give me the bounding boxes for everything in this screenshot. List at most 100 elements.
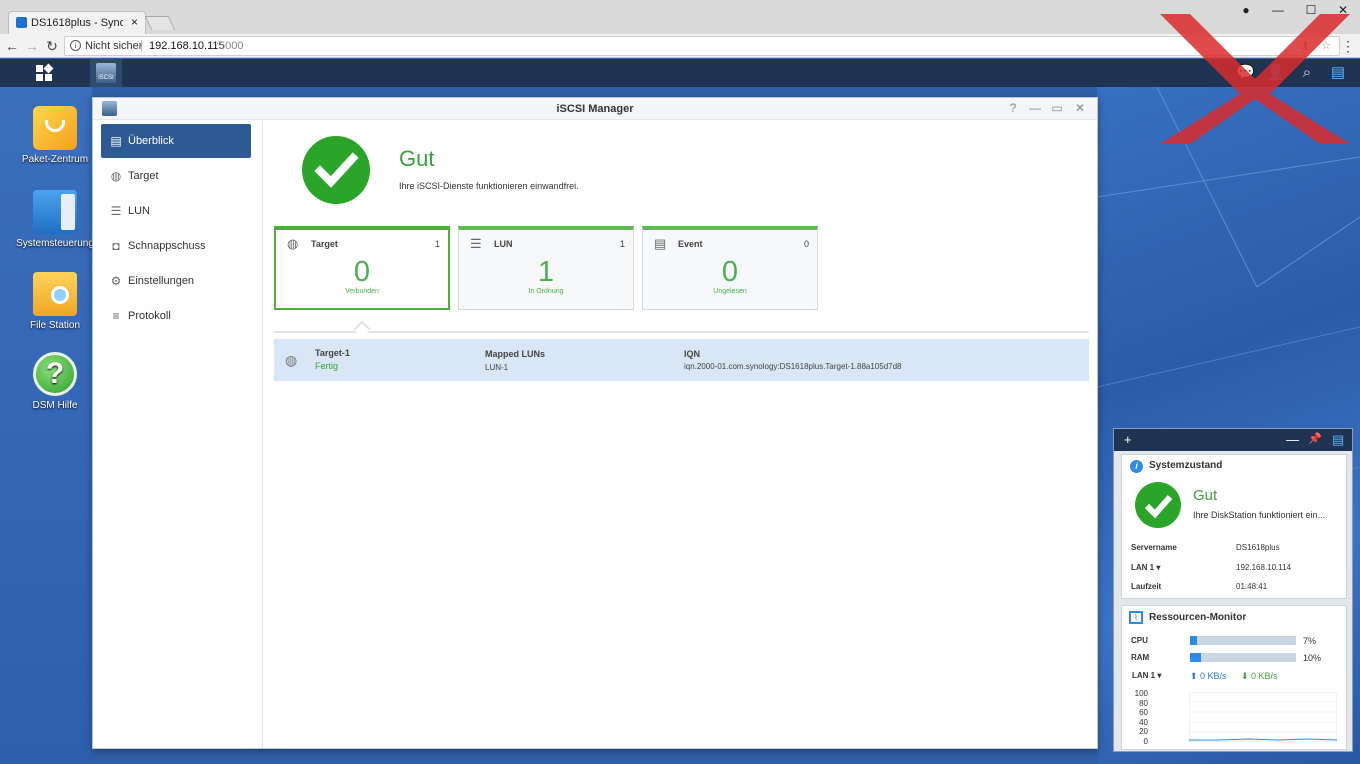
card-title: Target bbox=[311, 239, 338, 249]
sidebar-item-snapshot[interactable]: ◘ Schnappschuss bbox=[101, 229, 251, 263]
log-icon: ≡ bbox=[112, 309, 120, 323]
cpu-bar-fill bbox=[1190, 636, 1198, 645]
mapped-luns-header: Mapped LUNs bbox=[485, 349, 546, 359]
card-subtitle: Ungelesen bbox=[713, 288, 747, 295]
card-value: 0 bbox=[721, 256, 739, 288]
widgets-toggle-icon[interactable]: ▤ bbox=[1332, 432, 1344, 448]
lan-select[interactable]: LAN 1 ▾ bbox=[1132, 671, 1161, 680]
system-description: Ihre DiskStation funktioniert ein... bbox=[1193, 510, 1326, 520]
dsm-favicon-icon bbox=[16, 17, 27, 28]
iqn-value: iqn.2000-01.com.synology:DS1618plus.Targ… bbox=[684, 362, 902, 371]
iqn-header: IQN bbox=[684, 349, 701, 359]
gear-icon: ⚙ bbox=[110, 274, 122, 288]
taskbar-iscsi-app[interactable]: iSCSI bbox=[90, 59, 122, 87]
close-tab-icon[interactable]: × bbox=[131, 15, 138, 29]
iscsi-app-icon: iSCSI bbox=[96, 63, 116, 83]
card-event[interactable]: ▤ Event 0 0 Ungelesen bbox=[642, 226, 818, 310]
window-titlebar[interactable]: iSCSI Manager ? — ▭ ✕ bbox=[93, 98, 1097, 120]
y-tick: 0 bbox=[1143, 736, 1148, 746]
upload-value: 0 KB/s bbox=[1200, 671, 1227, 681]
browser-tab-title: DS1618plus - Synology D bbox=[31, 17, 123, 29]
sidebar-item-overview[interactable]: ▤ Überblick bbox=[101, 124, 251, 158]
widget-panel: + — 📌 ▤ i Systemzustand Gut Ihre DiskSta… bbox=[1113, 428, 1353, 752]
cpu-value: 7% bbox=[1303, 636, 1317, 646]
maximize-window-button[interactable]: ▭ bbox=[1048, 101, 1066, 115]
reload-icon[interactable]: ↻ bbox=[44, 37, 60, 55]
iscsi-manager-window: iSCSI Manager ? — ▭ ✕ ▤ Überblick ◍ Targ… bbox=[92, 97, 1098, 749]
window-title: iSCSI Manager bbox=[556, 103, 634, 115]
desktop-wallpaper-left bbox=[0, 87, 92, 764]
card-title: Event bbox=[678, 239, 703, 249]
sidebar-item-lun[interactable]: ☰ LUN bbox=[101, 194, 251, 228]
upload-indicator: ⬆ 0 KB/s bbox=[1190, 671, 1227, 681]
card-subtitle: Verbunden bbox=[345, 288, 379, 295]
info-icon[interactable]: i bbox=[70, 40, 81, 51]
desktop-icon-dsm-help[interactable]: ? DSM Hilfe bbox=[10, 352, 100, 411]
close-window-button[interactable]: ✕ bbox=[1071, 101, 1089, 115]
widget-panel-header: + — 📌 ▤ bbox=[1114, 429, 1352, 451]
info-icon: i bbox=[1130, 460, 1143, 473]
database-icon: ☰ bbox=[470, 236, 482, 251]
status-description: Ihre iSCSI-Dienste funktionieren einwand… bbox=[399, 181, 579, 191]
mapped-luns-value: LUN-1 bbox=[485, 363, 509, 372]
sidebar-item-target[interactable]: ◍ Target bbox=[101, 159, 251, 193]
card-lun[interactable]: ☰ LUN 1 1 In Ordnung bbox=[458, 226, 634, 310]
sidebar-item-label: Protokoll bbox=[128, 310, 171, 322]
browser-tab[interactable]: DS1618plus - Synology D × bbox=[8, 11, 146, 34]
sidebar-item-settings[interactable]: ⚙ Einstellungen bbox=[101, 264, 251, 298]
browser-tab-bar: DS1618plus - Synology D × ● — ☐ ✕ bbox=[0, 0, 1360, 34]
forward-icon[interactable]: → bbox=[24, 37, 40, 55]
card-target[interactable]: ◍ Target 1 0 Verbunden bbox=[274, 226, 450, 310]
card-count: 0 bbox=[803, 239, 809, 249]
minimize-window-button[interactable]: — bbox=[1026, 101, 1044, 115]
control-panel-icon bbox=[33, 190, 77, 234]
url-field[interactable]: i Nicht sicher 192.168.10.115 :5000 ⚷ ☆ bbox=[64, 36, 1340, 56]
ram-value: 10% bbox=[1303, 653, 1322, 663]
lan-label[interactable]: LAN 1 ▾ bbox=[1131, 563, 1160, 572]
status-title: Gut bbox=[399, 146, 435, 171]
desktop-icon-label: Paket-Zentrum bbox=[21, 154, 89, 165]
add-widget-icon[interactable]: + bbox=[1124, 432, 1132, 447]
main-menu-button[interactable] bbox=[34, 63, 56, 82]
desktop-icon-package-center[interactable]: Paket-Zentrum bbox=[10, 106, 100, 165]
back-icon[interactable]: ← bbox=[4, 37, 20, 55]
camera-icon: ◘ bbox=[112, 239, 120, 253]
download-value: 0 KB/s bbox=[1251, 671, 1278, 681]
y-tick: 60 bbox=[1139, 708, 1148, 718]
new-tab-button[interactable] bbox=[144, 16, 176, 30]
pin-icon[interactable]: 📌 bbox=[1308, 432, 1322, 445]
help-icon: ? bbox=[33, 352, 77, 396]
minimize-widgets-icon[interactable]: — bbox=[1286, 432, 1299, 447]
card-count: 1 bbox=[619, 239, 625, 249]
monitor-icon: ⌇ bbox=[1129, 611, 1143, 624]
section-divider bbox=[274, 331, 1089, 333]
sidebar-item-log[interactable]: ≡ Protokoll bbox=[101, 299, 251, 333]
address-bar: ← → ↻ i Nicht sicher 192.168.10.115 :500… bbox=[0, 34, 1360, 58]
desktop-icon-file-station[interactable]: File Station bbox=[10, 272, 100, 331]
status-check-icon bbox=[1135, 482, 1181, 528]
uptime-label: Laufzeit bbox=[1131, 582, 1162, 591]
ram-label: RAM bbox=[1131, 653, 1150, 662]
url-separator bbox=[141, 40, 142, 52]
widget-title: Ressourcen-Monitor bbox=[1149, 612, 1247, 623]
folder-icon bbox=[33, 272, 77, 316]
url-port: :5000 bbox=[216, 40, 244, 52]
sidebar-item-label: Einstellungen bbox=[128, 275, 195, 287]
desktop-icon-control-panel[interactable]: Systemsteuerung bbox=[10, 190, 100, 249]
desktop-icon-label: DSM Hilfe bbox=[32, 400, 78, 411]
help-button[interactable]: ? bbox=[1004, 101, 1022, 115]
target-name: Target-1 bbox=[315, 348, 350, 358]
table-row[interactable]: ◍ Target-1 Fertig Mapped LUNs LUN-1 IQN … bbox=[274, 339, 1089, 381]
system-status: Gut bbox=[1193, 487, 1218, 504]
y-tick: 80 bbox=[1139, 698, 1148, 708]
card-subtitle: In Ordnung bbox=[528, 288, 564, 295]
status-check-icon bbox=[302, 136, 370, 204]
sidebar-item-label: Überblick bbox=[128, 135, 174, 147]
lan-ip-value: 192.168.10.114 bbox=[1236, 563, 1292, 572]
card-value: 0 bbox=[353, 256, 371, 288]
dsm-taskbar: iSCSI 💬 👤 ⌕ ▤ bbox=[0, 59, 1360, 87]
database-icon: ☰ bbox=[110, 204, 122, 218]
event-list-icon: ▤ bbox=[654, 236, 667, 251]
chart-y-axis: 100 80 60 40 20 0 bbox=[1126, 689, 1148, 747]
y-tick: 100 bbox=[1134, 689, 1148, 698]
